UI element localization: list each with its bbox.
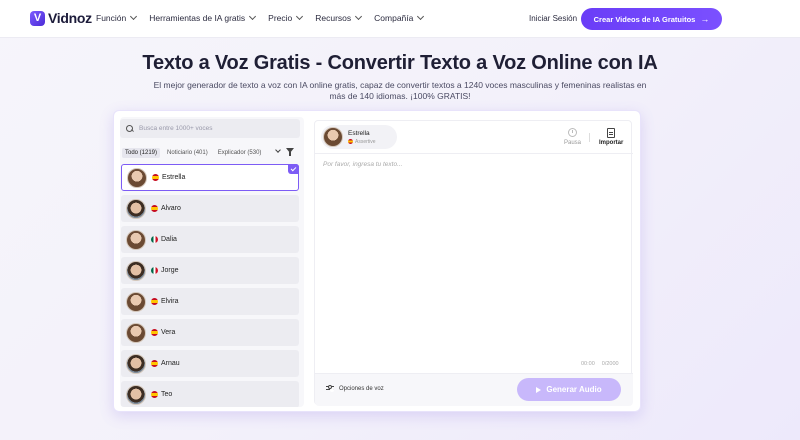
voice-name: Dalia (161, 236, 177, 243)
avatar (127, 167, 147, 188)
menu-label: Precio (268, 13, 293, 23)
duration-counter: 00:00 (581, 361, 595, 367)
current-voice-style: Assertive (348, 139, 376, 145)
toolbar-divider (589, 133, 590, 142)
filter-tools (275, 146, 294, 156)
editor-counters: 00:00 0/2000 (581, 361, 619, 367)
top-nav: V Vidnoz Función Herramientas de IA grat… (0, 0, 800, 38)
generate-label: Generar Audio (546, 385, 602, 394)
spain-flag-icon (151, 205, 158, 212)
avatar (126, 291, 146, 312)
checkmark-icon (288, 164, 299, 174)
avatar (126, 229, 146, 250)
menu-label: Compañía (374, 13, 414, 23)
spain-flag-icon (151, 391, 158, 398)
voice-name: Vera (161, 329, 176, 336)
menu-label: Recursos (315, 13, 352, 23)
menu-item-herramientas[interactable]: Herramientas de IA gratis (149, 12, 257, 23)
vidnoz-logo-icon: V (30, 10, 45, 26)
import-label: Importar (599, 140, 624, 146)
menu-item-funcion[interactable]: Función (96, 12, 138, 23)
text-input[interactable] (323, 161, 623, 351)
play-icon (536, 386, 542, 393)
main-menu: Función Herramientas de IA gratis Precio… (96, 12, 425, 23)
voice-item-elvira[interactable]: Elvira (121, 288, 299, 315)
chevron-down-icon (249, 12, 257, 21)
menu-item-compania[interactable]: Compañía (374, 12, 425, 23)
voice-item-jorge[interactable]: Jorge (121, 257, 299, 284)
voice-style-label: Assertive (355, 138, 376, 145)
voice-selector-panel: Todo (1219) Noticiario (401) Explicador … (120, 117, 304, 407)
current-voice-name: Estrella (348, 129, 370, 137)
filter-tab-all[interactable]: Todo (1219) (122, 148, 161, 158)
arrow-right-icon: → (700, 14, 710, 24)
voice-item-arnau[interactable]: Arnau (121, 350, 299, 377)
menu-label: Herramientas de IA gratis (149, 13, 246, 23)
timer-icon (568, 128, 577, 137)
voice-options-button[interactable]: Opciones de voz (326, 385, 384, 392)
avatar (126, 384, 146, 405)
voice-search (120, 119, 300, 138)
chevron-down-icon (417, 12, 425, 21)
chevron-down-icon (296, 12, 304, 21)
mexico-flag-icon (151, 267, 158, 274)
voice-name: Estrella (162, 174, 186, 181)
cta-label: Crear Videos de IA Gratuitos (593, 14, 696, 24)
spain-flag-icon (151, 298, 158, 305)
chevron-down-icon (130, 12, 138, 21)
filter-tab-explainer[interactable]: Explicador (530) (215, 148, 265, 158)
sliders-icon (326, 385, 334, 392)
text-editor-panel: Estrella Assertive Pausa Importar 00:00 … (314, 120, 633, 406)
voice-name: Elvira (161, 298, 179, 305)
avatar (126, 322, 146, 343)
import-button[interactable]: Importar (599, 128, 623, 146)
character-counter: 0/2000 (601, 361, 619, 367)
mexico-flag-icon (151, 236, 158, 243)
spain-flag-icon (152, 174, 159, 181)
current-voice-pill[interactable]: Estrella Assertive (321, 125, 397, 149)
filter-icon[interactable] (286, 148, 294, 156)
voice-item-alvaro[interactable]: Alvaro (121, 195, 299, 222)
login-link[interactable]: Iniciar Sesión (529, 14, 577, 23)
menu-label: Función (96, 13, 127, 23)
voice-search-input[interactable] (139, 125, 289, 132)
voice-name: Teo (161, 391, 173, 398)
document-icon (607, 128, 616, 138)
pause-label: Pausa (564, 140, 582, 146)
editor-footer: Opciones de voz Generar Audio (315, 373, 633, 406)
menu-item-recursos[interactable]: Recursos (315, 12, 363, 23)
voice-name: Jorge (161, 267, 179, 274)
logo-text: Vidnoz (48, 10, 92, 26)
pause-button[interactable]: Pausa (564, 128, 581, 146)
avatar (126, 198, 146, 219)
spain-flag-icon (348, 139, 353, 144)
avatar (126, 260, 146, 281)
avatar (126, 353, 146, 374)
voice-item-estrella[interactable]: Estrella (121, 164, 299, 191)
voice-name: Arnau (161, 360, 180, 367)
voice-name: Alvaro (161, 205, 181, 212)
spain-flag-icon (151, 329, 158, 336)
avatar (323, 127, 343, 147)
menu-item-precio[interactable]: Precio (268, 12, 304, 23)
chevron-down-icon (355, 12, 363, 21)
current-voice-info: Estrella Assertive (348, 130, 376, 145)
voice-filter-tabs: Todo (1219) Noticiario (401) Explicador … (122, 148, 264, 158)
search-icon (126, 124, 134, 133)
voice-item-vera[interactable]: Vera (121, 319, 299, 346)
editor-header: Estrella Assertive Pausa Importar (315, 121, 633, 154)
voice-options-label: Opciones de voz (339, 385, 384, 392)
page-subtitle: El mejor generador de texto a voz con IA… (153, 80, 647, 101)
page-title: Texto a Voz Gratis - Convertir Texto a V… (142, 52, 658, 74)
voice-item-dalia[interactable]: Dalia (121, 226, 299, 253)
voice-item-teo[interactable]: Teo (121, 381, 299, 407)
chevron-down-icon[interactable] (275, 146, 281, 153)
filter-tab-news[interactable]: Noticiario (401) (164, 148, 211, 158)
spain-flag-icon (151, 360, 158, 367)
generate-audio-button[interactable]: Generar Audio (517, 378, 621, 401)
create-video-button[interactable]: Crear Videos de IA Gratuitos → (581, 8, 722, 30)
logo[interactable]: V Vidnoz (30, 10, 92, 26)
